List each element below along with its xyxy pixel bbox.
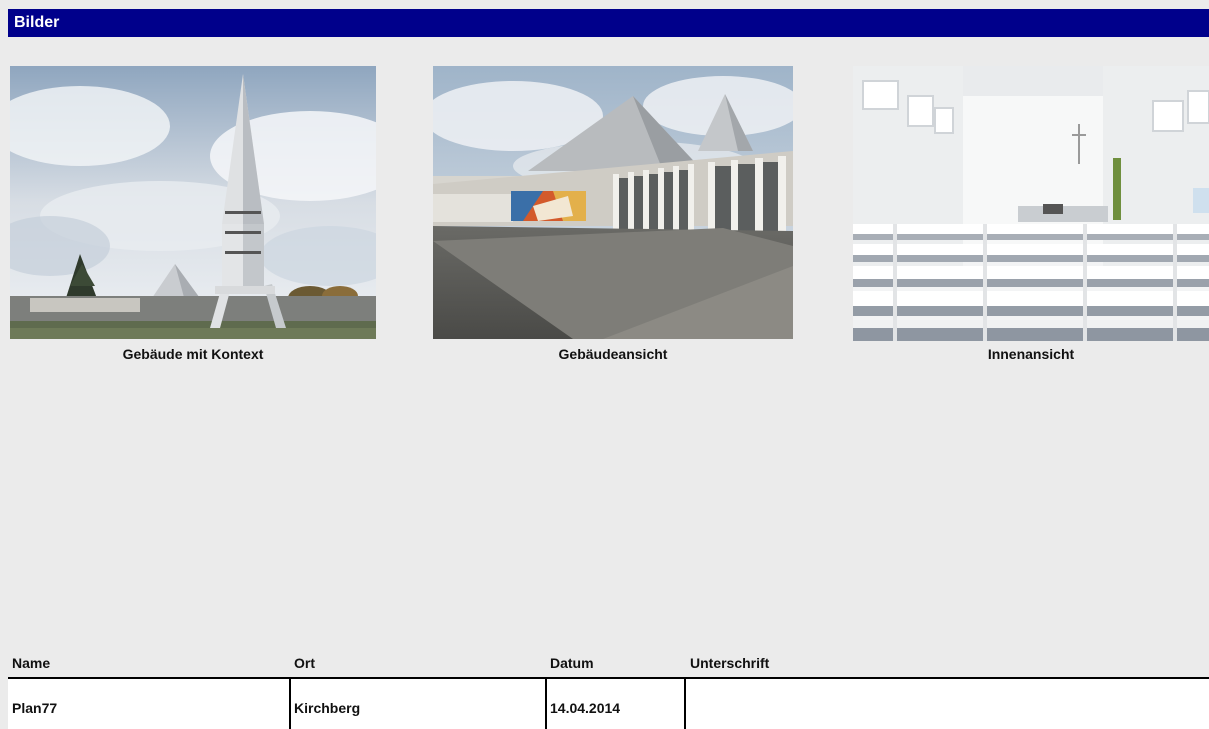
photo-caption-building-context: Gebäude mit Kontext bbox=[122, 346, 264, 362]
value-name: Plan77 bbox=[12, 700, 58, 716]
form-column-divider bbox=[684, 679, 686, 729]
form-divider-line bbox=[8, 677, 1209, 679]
label-ort: Ort bbox=[294, 655, 315, 671]
value-datum: 14.04.2014 bbox=[550, 700, 621, 716]
photo-interior-view bbox=[853, 66, 1209, 341]
value-unterschrift[interactable] bbox=[690, 700, 1205, 720]
section-title: Bilder bbox=[14, 14, 60, 31]
label-name: Name bbox=[12, 655, 51, 671]
photo-building-view bbox=[433, 66, 793, 339]
form-column-divider bbox=[545, 679, 547, 729]
label-unterschrift: Unterschrift bbox=[690, 655, 770, 671]
section-header: Bilder bbox=[8, 9, 1209, 37]
photo-caption-building-view: Gebäudeansicht bbox=[558, 346, 668, 362]
photo-building-context bbox=[10, 66, 376, 339]
label-datum: Datum bbox=[550, 655, 594, 671]
form-column-divider bbox=[289, 679, 291, 729]
value-ort: Kirchberg bbox=[294, 700, 361, 716]
photo-caption-interior-view: Innenansicht bbox=[987, 346, 1075, 362]
